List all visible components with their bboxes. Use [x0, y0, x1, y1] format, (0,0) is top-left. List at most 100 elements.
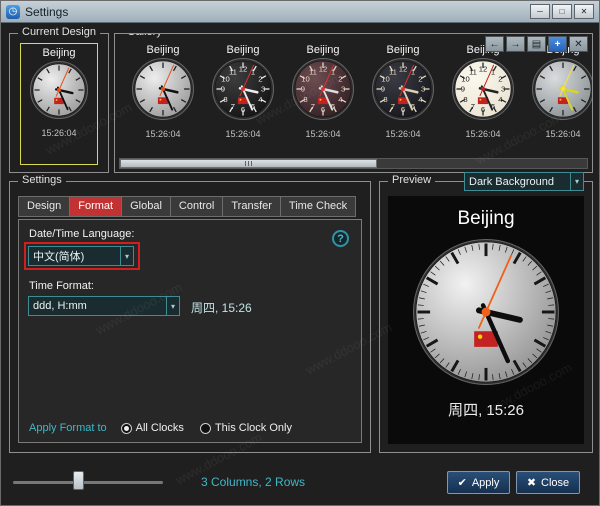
tab-control[interactable]: Control — [170, 196, 222, 217]
svg-text:2: 2 — [258, 75, 262, 84]
x-icon: ✖ — [527, 476, 536, 489]
radio-all-clocks[interactable]: All Clocks — [121, 422, 184, 434]
window-title: Settings — [25, 5, 68, 19]
current-design-label: Current Design — [18, 26, 100, 38]
gallery-clock: 123456789101112 — [291, 57, 355, 126]
titlebar[interactable]: ◷ Settings ─ □ ✕ — [1, 1, 599, 23]
maximize-button[interactable]: □ — [552, 4, 572, 19]
svg-text:3: 3 — [261, 85, 265, 94]
language-label: Date/Time Language: — [29, 228, 134, 240]
svg-text:11: 11 — [389, 67, 397, 76]
preview-background-select[interactable]: Dark Background ▾ — [464, 172, 584, 191]
current-design-thumbnail[interactable]: Beijing 15:26:04 — [20, 43, 98, 165]
svg-text:9: 9 — [301, 85, 305, 94]
gallery-item[interactable]: Beijing 15:26:04 — [523, 43, 593, 139]
preview-clock-date: 周四, 15:26 — [448, 399, 524, 420]
preview-panel: Beijing 周四, 15:26 — [388, 196, 584, 444]
svg-text:12: 12 — [399, 65, 408, 74]
svg-text:9: 9 — [381, 85, 385, 94]
check-icon: ✔ — [458, 476, 467, 489]
close-button[interactable]: ✕ — [574, 4, 594, 19]
gallery-next-button[interactable]: → — [506, 36, 525, 52]
tab-time-check[interactable]: Time Check — [280, 196, 356, 217]
gallery-item[interactable]: Beijing 15:26:04 — [123, 43, 203, 139]
svg-text:11: 11 — [309, 67, 317, 76]
radio-all-label: All Clocks — [136, 422, 184, 434]
svg-text:12: 12 — [239, 65, 248, 74]
minimize-button[interactable]: ─ — [530, 4, 550, 19]
grid-layout-text: 3 Columns, 2 Rows — [201, 475, 305, 489]
gallery-scrollbar-thumb[interactable] — [120, 159, 377, 168]
footer: 3 Columns, 2 Rows ✔ Apply ✖ Close — [1, 465, 599, 505]
gallery-clock — [131, 57, 195, 126]
svg-text:4: 4 — [498, 95, 503, 104]
gallery-clock — [531, 57, 593, 126]
clock-name: Beijing — [306, 43, 339, 57]
clock-name: Beijing — [42, 46, 75, 60]
svg-text:3: 3 — [341, 85, 345, 94]
current-design-clock — [29, 60, 89, 125]
clock-time: 15:26:04 — [385, 129, 420, 139]
apply-format-label: Apply Format to — [29, 422, 107, 434]
svg-text:6: 6 — [321, 105, 325, 114]
gallery-item[interactable]: Beijing 123456789101112 15:26:04 — [203, 43, 283, 139]
preview-background-value: Dark Background — [469, 176, 554, 188]
svg-text:11: 11 — [229, 67, 237, 76]
chevron-down-icon: ▾ — [120, 247, 129, 265]
gallery-prev-button[interactable]: ← — [485, 36, 504, 52]
svg-text:2: 2 — [418, 75, 422, 84]
gallery-toolbar: ← → ▤ + ✕ — [485, 36, 588, 52]
current-design-group: Current Design Beijing 15:26:04 — [9, 33, 109, 173]
help-button[interactable]: ? — [332, 230, 349, 247]
svg-text:12: 12 — [479, 65, 488, 74]
gallery-list: Beijing 15:26:04 Beijing 123456789101112… — [123, 43, 593, 139]
apply-button-label: Apply — [472, 477, 500, 489]
svg-text:8: 8 — [463, 95, 467, 104]
tab-design[interactable]: Design — [18, 196, 69, 217]
settings-tabs: Design Format Global Control Transfer Ti… — [18, 196, 356, 217]
svg-text:3: 3 — [501, 85, 505, 94]
time-format-preview: 周四, 15:26 — [191, 299, 252, 316]
gallery-item[interactable]: Beijing 123456789101112 15:26:04 — [443, 43, 523, 139]
gallery-remove-button[interactable]: ✕ — [569, 36, 588, 52]
svg-text:8: 8 — [303, 95, 307, 104]
language-select[interactable]: 中文(简体) ▾ — [28, 246, 134, 266]
gallery-item[interactable]: Beijing 123456789101112 15:26:04 — [283, 43, 363, 139]
clock-name: Beijing — [226, 43, 259, 57]
radio-icon — [121, 423, 132, 434]
clock-time: 15:26:04 — [145, 129, 180, 139]
preview-clock — [412, 238, 560, 391]
time-format-value: ddd, H:mm — [33, 300, 87, 312]
gallery-label: Gallery — [123, 33, 166, 38]
gallery-item[interactable]: Beijing 123456789101112 15:26:04 — [363, 43, 443, 139]
layout-slider-thumb[interactable] — [73, 471, 84, 490]
radio-icon — [200, 423, 211, 434]
clock-time: 15:26:04 — [225, 129, 260, 139]
clock-time: 15:26:04 — [41, 128, 76, 138]
content-area: Current Design Beijing 15:26:04 Gallery … — [1, 23, 599, 505]
gallery-clock: 123456789101112 — [211, 57, 275, 126]
time-format-label: Time Format: — [29, 280, 94, 292]
close-button-label: Close — [541, 477, 569, 489]
gallery-scrollbar[interactable] — [119, 158, 588, 169]
close-dialog-button[interactable]: ✖ Close — [516, 471, 580, 494]
svg-text:8: 8 — [383, 95, 387, 104]
gallery-save-button[interactable]: ▤ — [527, 36, 546, 52]
chevron-down-icon: ▾ — [570, 173, 579, 190]
gallery-add-button[interactable]: + — [548, 36, 567, 52]
svg-text:7: 7 — [231, 102, 235, 111]
clock-time: 15:26:04 — [545, 129, 580, 139]
preview-clock-name: Beijing — [457, 208, 514, 230]
time-format-select[interactable]: ddd, H:mm ▾ — [28, 296, 180, 316]
chevron-down-icon: ▾ — [166, 297, 175, 315]
tab-transfer[interactable]: Transfer — [222, 196, 280, 217]
svg-text:3: 3 — [421, 85, 425, 94]
radio-this-clock-only[interactable]: This Clock Only — [200, 422, 292, 434]
radio-this-label: This Clock Only — [215, 422, 292, 434]
tab-global[interactable]: Global — [121, 196, 170, 217]
svg-text:7: 7 — [391, 102, 395, 111]
apply-button[interactable]: ✔ Apply — [447, 471, 510, 494]
layout-slider-track[interactable] — [13, 481, 163, 484]
svg-text:2: 2 — [498, 75, 502, 84]
tab-format[interactable]: Format — [69, 196, 121, 217]
